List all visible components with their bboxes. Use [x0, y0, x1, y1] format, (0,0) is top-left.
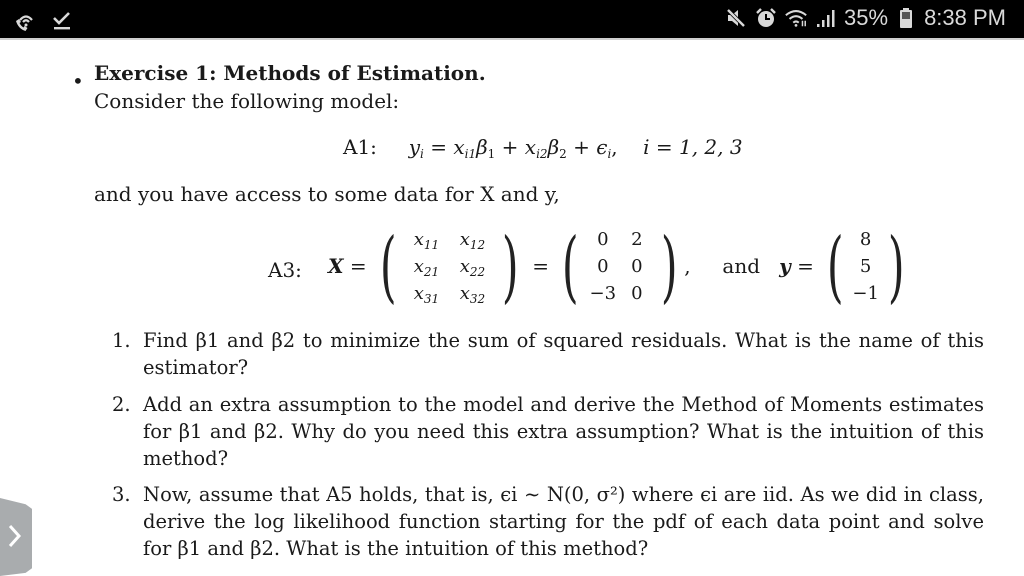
matrix-cell: x22	[459, 256, 486, 279]
eq-beta: β	[476, 135, 488, 159]
matrix-cell: x11	[413, 229, 440, 252]
equation-a1-label: A1:	[343, 135, 377, 159]
signal-icon	[814, 5, 838, 31]
question-2: 2. Add an extra assumption to the model …	[112, 391, 984, 472]
y-vector-symbol: y	[779, 254, 791, 278]
wifi-icon	[784, 5, 808, 31]
eq-x: x	[524, 135, 537, 159]
right-paren: )	[502, 221, 520, 312]
equation-a1: A1: yi = xi1β1 + xi2β2 + ϵi, i = 1, 2, 3	[343, 135, 743, 161]
y-vector: 8 5 −1	[851, 226, 881, 307]
matrix-cell: 0	[597, 256, 609, 277]
question-number: 2.	[112, 393, 131, 416]
wifi-calling-icon	[14, 6, 38, 32]
eq-epsilon: ϵ	[596, 135, 608, 159]
eq-x-sub: i1	[464, 147, 477, 161]
mute-icon	[724, 5, 748, 31]
intro-text: Consider the following model:	[94, 89, 400, 113]
matrix-cell: 0	[631, 283, 643, 304]
status-bar: 35% 8:38 PM	[0, 0, 1024, 38]
document-page: • Exercise 1: Methods of Estimation. Con…	[0, 40, 1024, 576]
matrix-cell: 2	[631, 229, 643, 250]
right-paren: )	[660, 221, 678, 312]
alarm-icon	[754, 5, 778, 31]
question-number: 1.	[112, 329, 131, 352]
eq-plus: +	[573, 135, 590, 159]
matrix-cell: 5	[859, 256, 872, 277]
matrix-cell: 0	[597, 229, 609, 250]
eq-x-sub: i2	[536, 147, 548, 161]
left-paren: (	[827, 221, 844, 312]
exercise-heading: Exercise 1: Methods of Estimation.	[94, 61, 486, 85]
and-connector: and	[722, 254, 761, 278]
bullet-marker: •	[72, 69, 84, 93]
question-text: Find β1 and β2 to minimize the sum of sq…	[143, 329, 984, 379]
right-paren: )	[887, 221, 905, 312]
matrix-cell: x21	[413, 256, 440, 279]
symbolic-matrix: x11 x12 x21 x22 x31 x32	[403, 226, 495, 307]
question-3: 3. Now, assume that A5 holds, that is, ϵ…	[112, 481, 984, 562]
matrix-cell: x32	[459, 283, 486, 306]
eq-plus: +	[501, 135, 519, 159]
eq-beta-sub: 1	[487, 147, 496, 161]
left-paren: (	[379, 221, 397, 312]
battery-icon	[894, 5, 918, 31]
eq-epsilon-sub: i	[607, 147, 612, 161]
numeric-matrix: 0 2 0 0 −3 0	[586, 226, 654, 307]
question-text: Now, assume that A5 holds, that is, ϵi ∼…	[143, 483, 984, 560]
battery-percent: 35%	[844, 5, 889, 30]
matrix-cell: 0	[631, 256, 643, 277]
matrix-cell: −3	[589, 283, 617, 304]
status-left-icons	[14, 6, 74, 32]
edge-panel-handle[interactable]	[0, 498, 32, 576]
question-text: Add an extra assumption to the model and…	[143, 393, 984, 470]
matrix-cell: x12	[459, 229, 486, 252]
eq-x: x	[453, 135, 465, 159]
clock: 8:38 PM	[924, 5, 1006, 30]
equation-a3-label: A3:	[268, 258, 302, 282]
x-matrix-symbol: X	[328, 254, 344, 278]
question-1: 1. Find β1 and β2 to minimize the sum of…	[112, 327, 984, 381]
status-right-icons: 35% 8:38 PM	[724, 5, 1006, 31]
download-complete-icon	[50, 6, 74, 32]
matrix-cell: 8	[859, 229, 872, 250]
chevron-right-icon	[8, 524, 22, 548]
question-number: 3.	[112, 483, 131, 506]
eq-beta: β	[547, 135, 560, 159]
eq-y-sub: i	[420, 147, 424, 161]
eq-index-range: i = 1, 2, 3	[643, 135, 743, 159]
matrix-cell: x31	[413, 283, 440, 306]
equation-a3: X = ( x11 x12 x21 x22 x31 x32 ) = ( 0 2 0 0 −3 0 )…	[328, 221, 905, 312]
eq-y: y	[408, 135, 421, 159]
data-sentence: and you have access to some data for X a…	[94, 182, 560, 206]
matrix-cell: −1	[852, 283, 879, 304]
eq-beta-sub: 2	[559, 147, 567, 161]
left-paren: (	[562, 221, 579, 312]
